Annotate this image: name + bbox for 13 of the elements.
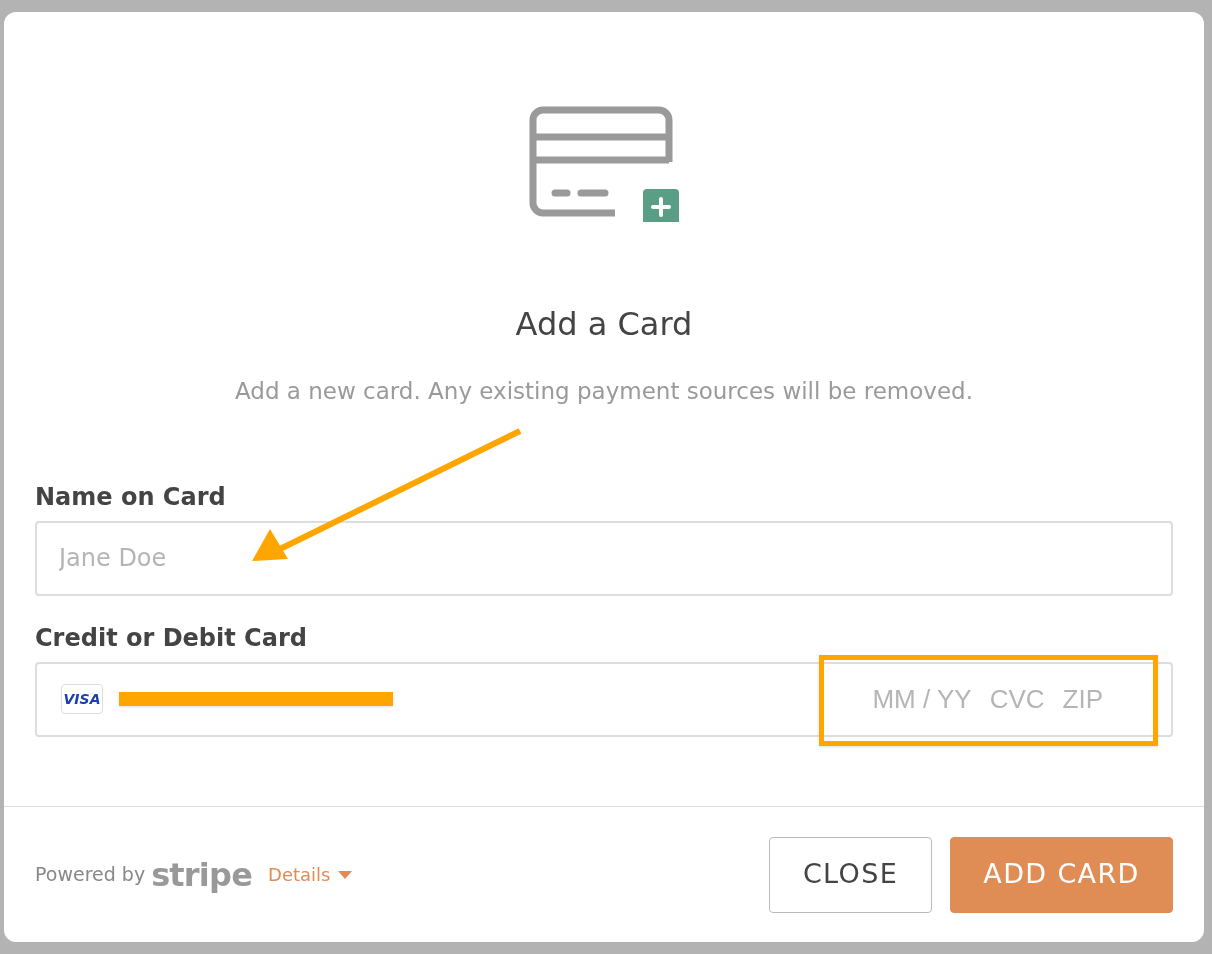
caret-icon xyxy=(338,870,353,879)
dialog-title: Add a Card xyxy=(515,304,693,345)
card-input-field[interactable]: VISA MM / YY CVC ZIP xyxy=(35,661,1173,737)
close-button[interactable]: CLOSE xyxy=(769,836,932,913)
stripe-logo: stripe xyxy=(151,854,253,896)
field-label: Name on Card xyxy=(35,481,227,513)
card-field-placeholder: MM / YY xyxy=(872,682,972,716)
visa-logo: VISA xyxy=(61,684,103,714)
field-label: Credit or Debit Card xyxy=(35,622,308,654)
card-field-placeholder: CVC xyxy=(989,682,1045,716)
dialog-description: Add a new card. Any existing payment sources will be removed. xyxy=(235,377,973,406)
powered-by-text: Powered by xyxy=(35,862,146,888)
card-field-placeholder: ZIP xyxy=(1062,682,1103,716)
